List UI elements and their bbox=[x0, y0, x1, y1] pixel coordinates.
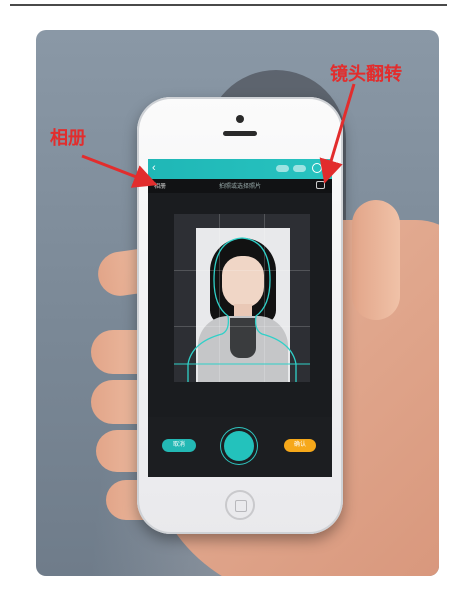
lens-flip-annotation: 镜头翻转 bbox=[330, 64, 402, 85]
annotation-arrows bbox=[81, 83, 356, 188]
album-arrow bbox=[81, 154, 158, 188]
album-annotation: 相册 bbox=[50, 128, 86, 149]
flip-arrow bbox=[319, 83, 356, 184]
